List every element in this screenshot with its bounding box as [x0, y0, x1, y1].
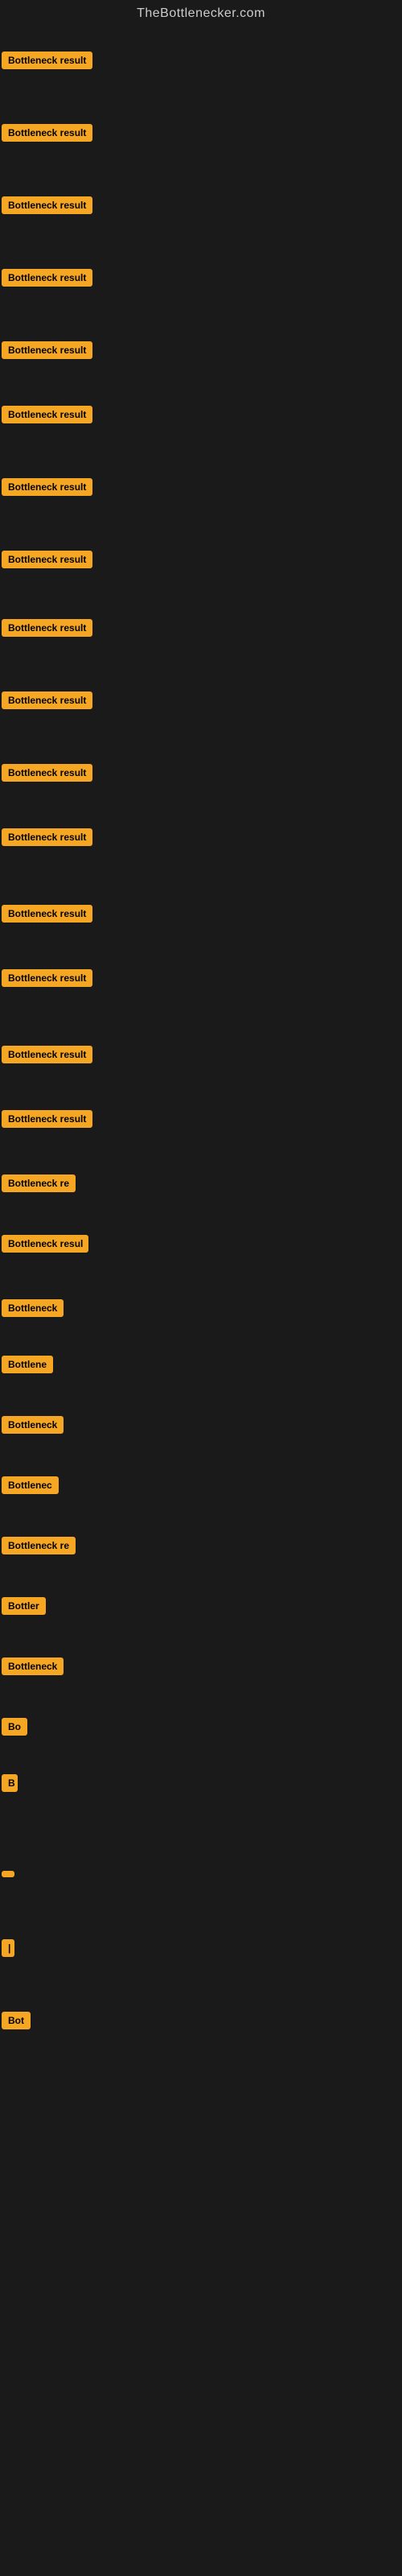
- bottleneck-item-6: Bottleneck result: [2, 406, 92, 427]
- bottleneck-item-19: Bottleneck: [2, 1299, 64, 1321]
- bottleneck-badge-14: Bottleneck result: [2, 969, 92, 987]
- bottleneck-item-10: Bottleneck result: [2, 691, 92, 713]
- bottleneck-item-11: Bottleneck result: [2, 764, 92, 786]
- bottleneck-badge-6: Bottleneck result: [2, 406, 92, 423]
- bottleneck-item-12: Bottleneck result: [2, 828, 92, 850]
- bottleneck-item-14: Bottleneck result: [2, 969, 92, 991]
- bottleneck-badge-15: Bottleneck result: [2, 1046, 92, 1063]
- bottleneck-item-7: Bottleneck result: [2, 478, 92, 500]
- bottleneck-item-15: Bottleneck result: [2, 1046, 92, 1067]
- bottleneck-item-5: Bottleneck result: [2, 341, 92, 363]
- bottleneck-badge-26: Bo: [2, 1718, 27, 1736]
- bottleneck-badge-17: Bottleneck re: [2, 1174, 76, 1192]
- bottleneck-badge-27: B: [2, 1774, 18, 1792]
- bottleneck-badge-2: Bottleneck result: [2, 124, 92, 142]
- bottleneck-item-13: Bottleneck result: [2, 905, 92, 927]
- bottleneck-item-24: Bottler: [2, 1597, 46, 1619]
- bottleneck-item-16: Bottleneck result: [2, 1110, 92, 1132]
- bottleneck-badge-28: [2, 1871, 14, 1877]
- bottleneck-item-26: Bo: [2, 1718, 27, 1740]
- bottleneck-badge-4: Bottleneck result: [2, 269, 92, 287]
- bottleneck-badge-29: |: [2, 1939, 14, 1957]
- bottleneck-badge-24: Bottler: [2, 1597, 46, 1615]
- bottleneck-badge-21: Bottleneck: [2, 1416, 64, 1434]
- bottleneck-item-17: Bottleneck re: [2, 1174, 76, 1196]
- bottleneck-badge-10: Bottleneck result: [2, 691, 92, 709]
- bottleneck-item-20: Bottlene: [2, 1356, 53, 1377]
- bottleneck-item-27: B: [2, 1774, 18, 1796]
- bottleneck-badge-30: Bot: [2, 2012, 31, 2029]
- bottleneck-item-3: Bottleneck result: [2, 196, 92, 218]
- bottleneck-badge-22: Bottlenec: [2, 1476, 59, 1494]
- bottleneck-badge-7: Bottleneck result: [2, 478, 92, 496]
- bottleneck-item-2: Bottleneck result: [2, 124, 92, 146]
- bottleneck-badge-23: Bottleneck re: [2, 1537, 76, 1554]
- bottleneck-badge-11: Bottleneck result: [2, 764, 92, 782]
- bottleneck-badge-19: Bottleneck: [2, 1299, 64, 1317]
- bottleneck-item-22: Bottlenec: [2, 1476, 59, 1498]
- bottleneck-badge-12: Bottleneck result: [2, 828, 92, 846]
- bottleneck-badge-1: Bottleneck result: [2, 52, 92, 69]
- bottleneck-item-29: |: [2, 1939, 14, 1961]
- bottleneck-item-30: Bot: [2, 2012, 31, 2033]
- site-title: TheBottlenecker.com: [0, 0, 402, 27]
- bottleneck-badge-18: Bottleneck resul: [2, 1235, 88, 1253]
- bottleneck-badge-3: Bottleneck result: [2, 196, 92, 214]
- bottleneck-badge-9: Bottleneck result: [2, 619, 92, 637]
- bottleneck-item-1: Bottleneck result: [2, 52, 92, 73]
- bottleneck-badge-16: Bottleneck result: [2, 1110, 92, 1128]
- bottleneck-badge-25: Bottleneck: [2, 1657, 64, 1675]
- bottleneck-item-25: Bottleneck: [2, 1657, 64, 1679]
- bottleneck-item-18: Bottleneck resul: [2, 1235, 88, 1257]
- bottleneck-badge-20: Bottlene: [2, 1356, 53, 1373]
- bottleneck-badge-13: Bottleneck result: [2, 905, 92, 923]
- bottleneck-item-4: Bottleneck result: [2, 269, 92, 291]
- bottleneck-item-9: Bottleneck result: [2, 619, 92, 641]
- bottleneck-item-28: [2, 1867, 14, 1881]
- bottleneck-item-8: Bottleneck result: [2, 551, 92, 572]
- bottleneck-item-23: Bottleneck re: [2, 1537, 76, 1558]
- bottleneck-badge-5: Bottleneck result: [2, 341, 92, 359]
- bottleneck-item-21: Bottleneck: [2, 1416, 64, 1438]
- bottleneck-badge-8: Bottleneck result: [2, 551, 92, 568]
